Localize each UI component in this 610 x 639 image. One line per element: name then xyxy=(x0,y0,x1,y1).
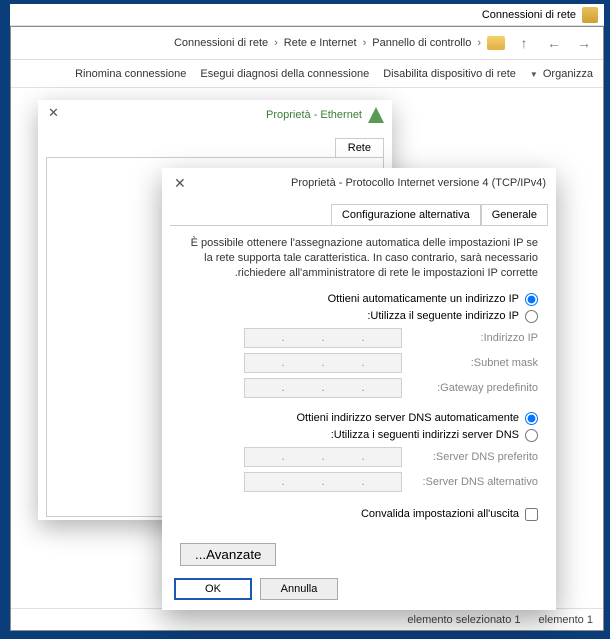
ethernet-tabs: Rete xyxy=(38,130,392,157)
tab-general[interactable]: Generale xyxy=(481,204,548,225)
field-mask: Subnet mask: ... xyxy=(180,353,538,373)
radio-manual-ip[interactable]: Utilizza il seguente indirizzo IP: xyxy=(180,310,538,323)
advanced-button[interactable]: Avanzate... xyxy=(180,543,276,566)
ip-label: Indirizzo IP: xyxy=(402,332,538,344)
close-button[interactable]: ✕ xyxy=(174,175,186,192)
ipv4-titlebar: Proprietà - Protocollo Internet versione… xyxy=(162,168,556,198)
toolbar: Organizza ▼ Disabilita dispositivo di re… xyxy=(11,60,603,88)
breadcrumb-mid[interactable]: Rete e Internet xyxy=(284,37,357,49)
status-bar: 1 elemento 1 elemento selezionato xyxy=(11,608,603,630)
dns-secondary-input: ... xyxy=(244,472,402,492)
radio-auto-ip[interactable]: Ottieni automaticamente un indirizzo IP xyxy=(180,293,538,306)
field-gateway: Gateway predefinito: ... xyxy=(180,378,538,398)
up-arrow-icon[interactable]: ↑ xyxy=(513,32,535,54)
tab-alternative[interactable]: Configurazione alternativa xyxy=(331,204,481,225)
mask-input: ... xyxy=(244,353,402,373)
dialog-buttons: Annulla OK xyxy=(174,578,338,600)
validate-label: Convalida impostazioni all'uscita xyxy=(361,508,519,520)
ethernet-titlebar: Proprietà - Ethernet ✕ xyxy=(38,100,392,130)
radio-auto-dns[interactable]: Ottieni indirizzo server DNS automaticam… xyxy=(180,412,538,425)
field-dns-primary: Server DNS preferito: ... xyxy=(180,447,538,467)
ipv4-dialog: Proprietà - Protocollo Internet versione… xyxy=(162,168,556,610)
radio-manual-dns[interactable]: Utilizza i seguenti indirizzi server DNS… xyxy=(180,429,538,442)
mask-label: Subnet mask: xyxy=(402,357,538,369)
window-title: Connessioni di rete xyxy=(482,9,576,21)
ok-button[interactable]: OK xyxy=(174,578,252,600)
field-ip: Indirizzo IP: ... xyxy=(180,328,538,348)
ipv4-tabs: Generale Configurazione alternativa xyxy=(162,198,556,225)
gateway-input: ... xyxy=(244,378,402,398)
radio-auto-dns-input[interactable] xyxy=(525,412,538,425)
cancel-button[interactable]: Annulla xyxy=(260,578,338,600)
back-arrow-icon[interactable]: → xyxy=(573,32,595,54)
gateway-label: Gateway predefinito: xyxy=(402,382,538,394)
forward-arrow-icon[interactable]: ← xyxy=(543,32,565,54)
breadcrumb[interactable]: ‹ Pannello di controllo ‹ Rete e Interne… xyxy=(174,36,505,50)
ipv4-body: È possibile ottenere l'assegnazione auto… xyxy=(170,225,548,531)
radio-auto-dns-label: Ottieni indirizzo server DNS automaticam… xyxy=(296,412,519,424)
dns-primary-label: Server DNS preferito: xyxy=(402,451,538,463)
status-selected: 1 elemento selezionato xyxy=(407,614,520,626)
breadcrumb-leaf[interactable]: Connessioni di rete xyxy=(174,37,268,49)
radio-manual-ip-input[interactable] xyxy=(525,310,538,323)
rename-button[interactable]: Rinomina connessione xyxy=(75,68,186,80)
field-dns-secondary: Server DNS alternativo: ... xyxy=(180,472,538,492)
close-button[interactable]: ✕ xyxy=(48,105,59,121)
tab-network[interactable]: Rete xyxy=(335,138,384,157)
breadcrumb-root[interactable]: Pannello di controllo xyxy=(372,37,471,49)
diagnose-button[interactable]: Esegui diagnosi della connessione xyxy=(200,68,369,80)
explorer-titlebar: Connessioni di rete xyxy=(10,4,604,26)
dns-secondary-label: Server DNS alternativo: xyxy=(402,476,538,488)
radio-auto-ip-input[interactable] xyxy=(525,293,538,306)
radio-manual-dns-input[interactable] xyxy=(525,429,538,442)
ethernet-icon xyxy=(368,107,384,123)
organize-menu[interactable]: Organizza ▼ xyxy=(530,68,593,80)
validate-checkbox-row[interactable]: Convalida impostazioni all'uscita xyxy=(180,508,538,521)
disable-device-button[interactable]: Disabilita dispositivo di rete xyxy=(383,68,516,80)
radio-manual-dns-label: Utilizza i seguenti indirizzi server DNS… xyxy=(331,429,519,441)
radio-manual-ip-label: Utilizza il seguente indirizzo IP: xyxy=(367,310,519,322)
dns-primary-input: ... xyxy=(244,447,402,467)
radio-auto-ip-label: Ottieni automaticamente un indirizzo IP xyxy=(328,293,519,305)
ipv4-title: Proprietà - Protocollo Internet versione… xyxy=(291,177,546,189)
nav-row: → ← ↑ ‹ Pannello di controllo ‹ Rete e I… xyxy=(11,27,603,60)
network-folder-icon xyxy=(582,7,598,23)
ip-input: ... xyxy=(244,328,402,348)
ipv4-description: È possibile ottenere l'assegnazione auto… xyxy=(180,236,538,281)
status-count: 1 elemento xyxy=(539,614,593,626)
ethernet-title: Proprietà - Ethernet xyxy=(266,109,362,121)
folder-icon xyxy=(487,36,505,50)
validate-checkbox[interactable] xyxy=(525,508,538,521)
